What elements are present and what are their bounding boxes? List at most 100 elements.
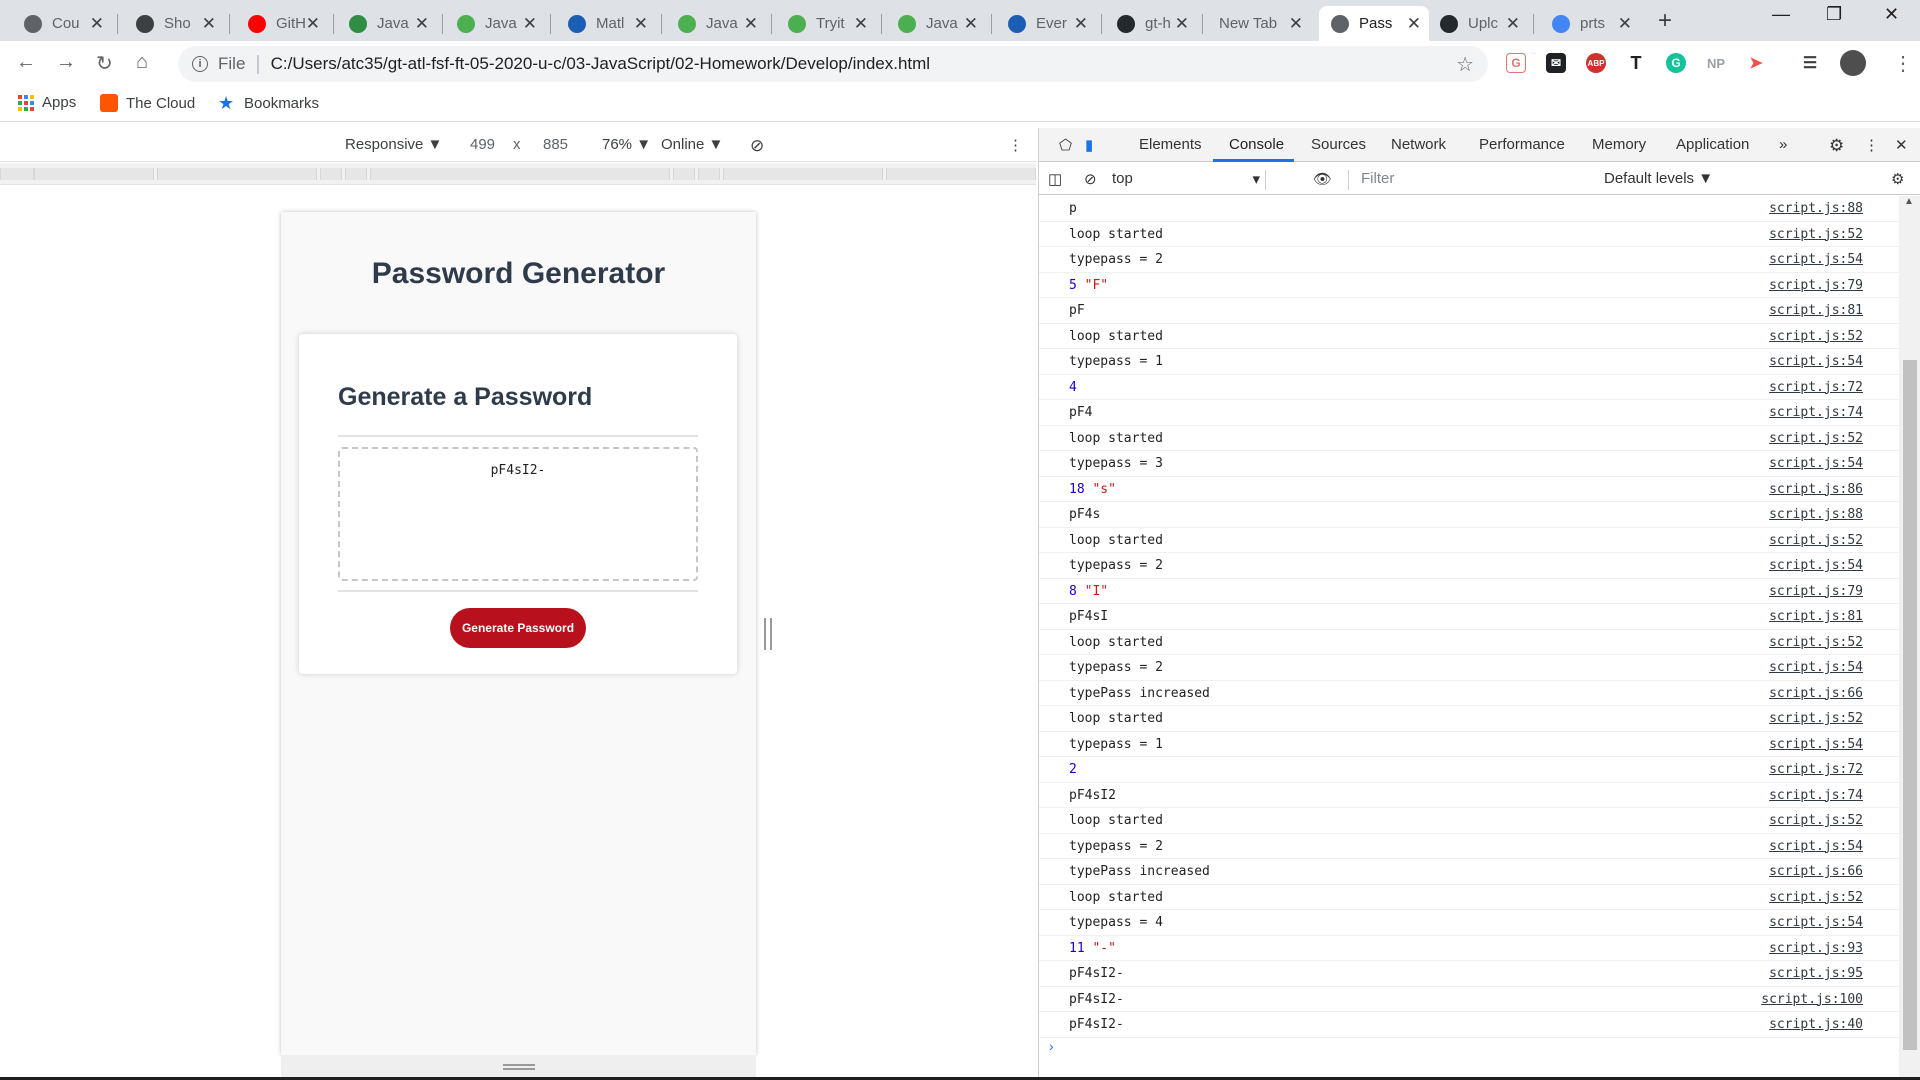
browser-tab[interactable]: New Tab ✕: [1207, 6, 1311, 41]
source-link[interactable]: script.js:52: [1769, 533, 1863, 548]
close-devtools-icon[interactable]: ✕: [1895, 136, 1908, 154]
browser-tab[interactable]: Sho ✕: [124, 6, 224, 41]
extension-icon[interactable]: T: [1626, 53, 1646, 73]
tab-network[interactable]: Network: [1391, 136, 1446, 153]
source-link[interactable]: script.js:88: [1769, 201, 1863, 216]
source-link[interactable]: script.js:72: [1769, 762, 1863, 777]
source-link[interactable]: script.js:52: [1769, 635, 1863, 650]
sidebar-toggle-icon[interactable]: ◫: [1048, 170, 1062, 188]
tab-close-icon[interactable]: ✕: [1289, 14, 1303, 34]
tab-sources[interactable]: Sources: [1311, 136, 1366, 153]
source-link[interactable]: script.js:52: [1769, 813, 1863, 828]
tab-close-icon[interactable]: ✕: [1175, 14, 1189, 34]
browser-tab[interactable]: Java ✕: [445, 6, 545, 41]
source-link[interactable]: script.js:52: [1769, 890, 1863, 905]
tab-close-icon[interactable]: ✕: [964, 14, 978, 34]
source-link[interactable]: script.js:52: [1769, 711, 1863, 726]
resize-handle-right[interactable]: [764, 618, 772, 650]
tab-elements[interactable]: Elements: [1139, 136, 1202, 153]
source-link[interactable]: script.js:54: [1769, 252, 1863, 267]
resize-handle-bottom[interactable]: [503, 1064, 535, 1070]
rotate-icon[interactable]: ⊘: [750, 136, 764, 156]
tab-performance[interactable]: Performance: [1479, 136, 1565, 153]
home-button[interactable]: ⌂: [136, 51, 148, 74]
tab-close-icon[interactable]: ✕: [202, 14, 216, 34]
password-output[interactable]: pF4sI2-: [338, 447, 698, 581]
tab-close-icon[interactable]: ✕: [306, 14, 320, 34]
more-options-icon[interactable]: ⋮: [1008, 136, 1023, 154]
reload-button[interactable]: ↻: [96, 51, 113, 76]
tab-console[interactable]: Console: [1229, 136, 1284, 153]
forward-button[interactable]: →: [56, 51, 76, 74]
tab-close-icon[interactable]: ✕: [1407, 14, 1421, 34]
source-link[interactable]: script.js:79: [1769, 584, 1863, 599]
tab-close-icon[interactable]: ✕: [1618, 14, 1632, 34]
source-link[interactable]: script.js:79: [1769, 278, 1863, 293]
tab-application[interactable]: Application: [1676, 136, 1749, 153]
source-link[interactable]: script.js:52: [1769, 227, 1863, 242]
media-query-ruler[interactable]: [0, 163, 1036, 185]
bookmark-folder[interactable]: ★ Bookmarks: [218, 94, 319, 112]
source-link[interactable]: script.js:66: [1769, 864, 1863, 879]
console-filter-input[interactable]: Filter: [1361, 170, 1591, 187]
console-output[interactable]: p script.js:88 loop started script.js:52 typ…: [1039, 196, 1899, 1080]
browser-tab[interactable]: gt-h ✕: [1105, 6, 1197, 41]
source-link[interactable]: script.js:66: [1769, 686, 1863, 701]
eye-icon[interactable]: 👁: [1313, 170, 1332, 188]
close-window-button[interactable]: ✕: [1884, 4, 1899, 25]
browser-tab[interactable]: Matl ✕: [556, 6, 656, 41]
browser-tab[interactable]: Uplc ✕: [1428, 6, 1528, 41]
source-link[interactable]: script.js:72: [1769, 380, 1863, 395]
tab-close-icon[interactable]: ✕: [744, 14, 758, 34]
source-link[interactable]: script.js:81: [1769, 303, 1863, 318]
browser-tab[interactable]: prts ✕: [1540, 6, 1640, 41]
source-link[interactable]: script.js:95: [1769, 966, 1863, 981]
source-link[interactable]: script.js:54: [1769, 558, 1863, 573]
bookmark-star-icon[interactable]: ☆: [1456, 52, 1474, 77]
media-control-icon[interactable]: ☰: [1800, 53, 1820, 73]
browser-tab[interactable]: Java ✕: [666, 6, 766, 41]
browser-tab[interactable]: Java ✕: [886, 6, 986, 41]
source-link[interactable]: script.js:93: [1769, 941, 1863, 956]
grammarly-icon[interactable]: G: [1666, 53, 1686, 73]
source-link[interactable]: script.js:54: [1769, 660, 1863, 675]
browser-tab[interactable]: Ever ✕: [996, 6, 1096, 41]
context-select[interactable]: top ▾: [1112, 170, 1260, 188]
browser-tab[interactable]: Pass ✕: [1319, 6, 1429, 41]
adblock-icon[interactable]: ABP: [1586, 53, 1606, 73]
tab-close-icon[interactable]: ✕: [523, 14, 537, 34]
inspect-element-icon[interactable]: ⬠: [1059, 136, 1072, 154]
source-link[interactable]: script.js:81: [1769, 609, 1863, 624]
source-link[interactable]: script.js:100: [1761, 992, 1863, 1007]
tab-close-icon[interactable]: ✕: [1074, 14, 1088, 34]
device-mode-select[interactable]: Responsive ▼: [345, 136, 442, 153]
log-levels-select[interactable]: Default levels ▼: [1604, 170, 1713, 187]
generate-password-button[interactable]: Generate Password: [450, 608, 586, 648]
tab-close-icon[interactable]: ✕: [854, 14, 868, 34]
source-link[interactable]: script.js:74: [1769, 788, 1863, 803]
minimize-button[interactable]: —: [1772, 4, 1790, 25]
source-link[interactable]: script.js:86: [1769, 482, 1863, 497]
source-link[interactable]: script.js:52: [1769, 329, 1863, 344]
source-link[interactable]: script.js:52: [1769, 431, 1863, 446]
console-prompt[interactable]: ›: [1049, 1038, 1054, 1054]
zoom-select[interactable]: 76% ▼: [602, 136, 651, 153]
maximize-button[interactable]: ❐: [1826, 4, 1842, 25]
scroll-up-arrow-icon[interactable]: ▲: [1904, 196, 1914, 207]
source-link[interactable]: script.js:88: [1769, 507, 1863, 522]
url-text[interactable]: C:/Users/atc35/gt-atl-fsf-ft-05-2020-u-c…: [271, 54, 930, 74]
network-throttle-select[interactable]: Online ▼: [661, 136, 723, 153]
tab-close-icon[interactable]: ✕: [415, 14, 429, 34]
source-link[interactable]: script.js:40: [1769, 1017, 1863, 1032]
source-link[interactable]: script.js:54: [1769, 915, 1863, 930]
clear-console-icon[interactable]: ⊘: [1084, 170, 1097, 188]
console-settings-gear-icon[interactable]: ⚙: [1891, 170, 1904, 188]
info-icon[interactable]: i: [192, 56, 208, 72]
tab-memory[interactable]: Memory: [1592, 136, 1646, 153]
new-tab-button[interactable]: +: [1658, 7, 1672, 35]
more-tabs-icon[interactable]: »: [1779, 136, 1787, 153]
browser-tab[interactable]: Java ✕: [337, 6, 437, 41]
source-link[interactable]: script.js:54: [1769, 456, 1863, 471]
source-link[interactable]: script.js:74: [1769, 405, 1863, 420]
extension-icon[interactable]: ✉: [1546, 53, 1566, 73]
